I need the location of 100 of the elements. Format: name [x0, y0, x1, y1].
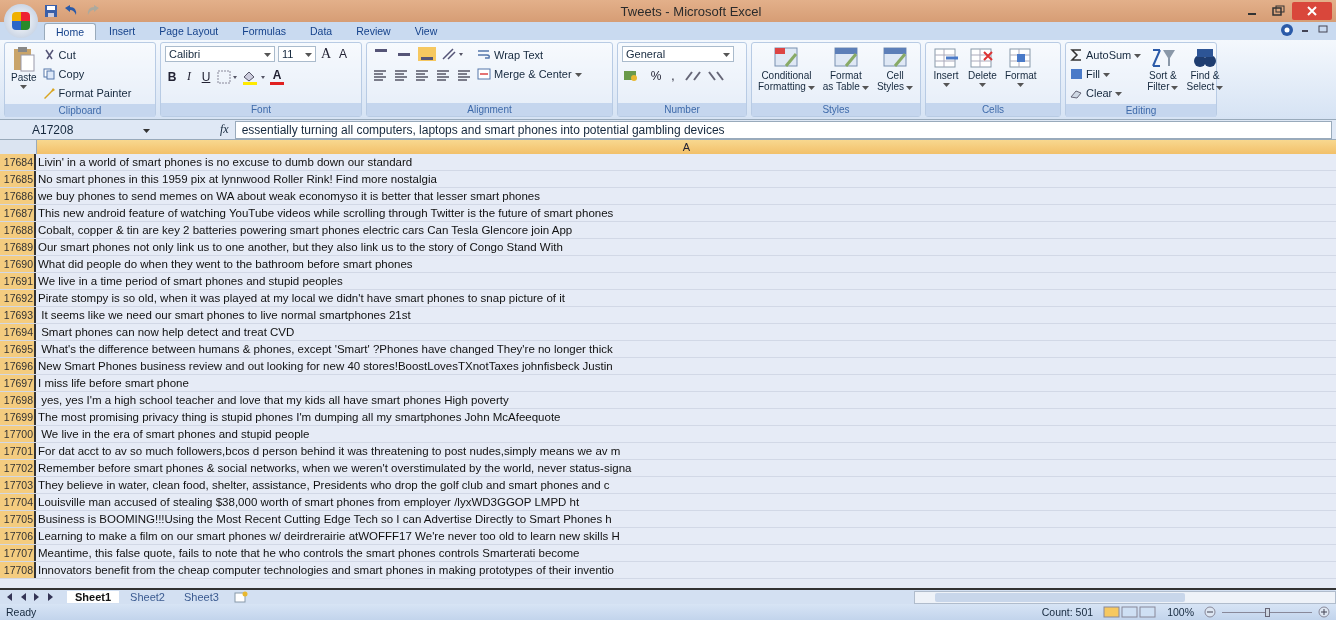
- zoom-slider-thumb[interactable]: [1265, 607, 1270, 617]
- row-header[interactable]: 17696: [0, 358, 36, 374]
- autosum-button[interactable]: AutoSum: [1070, 46, 1142, 63]
- horizontal-scrollbar[interactable]: [914, 590, 1336, 604]
- row-header[interactable]: 17693: [0, 307, 36, 323]
- row-header[interactable]: 17689: [0, 239, 36, 255]
- conditional-formatting-button[interactable]: Conditional Formatting: [756, 46, 817, 92]
- find-select-button[interactable]: Find & Select: [1184, 46, 1226, 92]
- copy-button[interactable]: Copy: [42, 65, 132, 82]
- merge-center-button[interactable]: Merge & Center: [477, 65, 582, 82]
- row-header[interactable]: 17699: [0, 409, 36, 425]
- delete-cells-button[interactable]: Delete: [966, 46, 999, 87]
- font-size-dropdown[interactable]: 11: [278, 46, 316, 62]
- comma-button[interactable]: ,: [666, 69, 680, 83]
- restore-icon[interactable]: [1316, 23, 1330, 35]
- row-header[interactable]: 17705: [0, 511, 36, 527]
- caret-icon: [20, 85, 28, 89]
- caret-icon: [1115, 91, 1123, 96]
- underline-button[interactable]: U: [199, 69, 213, 84]
- row-header[interactable]: 17687: [0, 205, 36, 221]
- sheet-tab[interactable]: Sheet1: [67, 591, 120, 603]
- bold-button[interactable]: B: [165, 69, 179, 84]
- help-icon[interactable]: [1280, 23, 1294, 37]
- row-header[interactable]: 17707: [0, 545, 36, 561]
- shrink-font-button[interactable]: A: [336, 47, 350, 61]
- name-box[interactable]: A17208: [4, 122, 154, 137]
- caret-icon: [942, 83, 950, 87]
- row-header[interactable]: 17692: [0, 290, 36, 306]
- row-header[interactable]: 17690: [0, 256, 36, 272]
- grow-font-button[interactable]: A: [319, 46, 333, 62]
- wrap-text-button[interactable]: Wrap Text: [477, 46, 582, 63]
- caret-icon: [978, 83, 986, 87]
- office-button[interactable]: [4, 4, 38, 38]
- formula-field[interactable]: essentially turning all computers, laptops and smart phones into potential gambling devices: [234, 120, 1332, 139]
- right-align-icon[interactable]: [413, 68, 431, 84]
- table-cell-text: Smart phones can now help detect and treat CVD: [40, 325, 296, 340]
- font-name-dropdown[interactable]: Calibri: [165, 46, 275, 62]
- increase-indent-icon[interactable]: [455, 68, 473, 84]
- cells-icon: [932, 46, 960, 70]
- ribbon-tab[interactable]: Formulas: [231, 23, 297, 40]
- row-header[interactable]: 17684: [0, 154, 36, 170]
- row-header[interactable]: 17700: [0, 426, 36, 442]
- ribbon-tab[interactable]: Data: [299, 23, 344, 40]
- row-header[interactable]: 17685: [0, 171, 36, 187]
- ribbon-tab[interactable]: Home: [44, 23, 96, 40]
- row-header[interactable]: 17688: [0, 222, 36, 238]
- orientation-icon[interactable]: [440, 46, 466, 62]
- table-cell-text: Pirate stompy is so old, when it was played at my local we didn't have smart phones to snap picture of it: [37, 291, 566, 306]
- font-color-button[interactable]: A: [270, 68, 284, 85]
- copy-icon: [42, 67, 56, 80]
- table-cell-text: Our smart phones not only link us to one another, but they also link us to the story of Congo Stand With: [37, 240, 564, 255]
- bottom-align-icon[interactable]: [417, 46, 437, 62]
- sheet-tab[interactable]: Sheet3: [175, 591, 227, 603]
- group-label: Alignment: [367, 103, 612, 116]
- sheet-tab[interactable]: Sheet2: [122, 591, 173, 603]
- ribbon-tab[interactable]: View: [403, 23, 449, 40]
- row-header[interactable]: 17708: [0, 562, 36, 578]
- ribbon-tab[interactable]: Review: [345, 23, 402, 40]
- paintbrush-icon: [42, 86, 56, 99]
- save-icon[interactable]: [44, 4, 58, 18]
- center-align-icon[interactable]: [392, 68, 410, 84]
- cut-button[interactable]: Cut: [42, 46, 132, 63]
- row-header[interactable]: 17704: [0, 494, 36, 510]
- left-align-icon[interactable]: [371, 68, 389, 84]
- table-cell-text: New Smart Phones business review and out looking for new 40 stores!BoostLovesTXnotTaxes johnfisbeck Justin: [37, 359, 614, 374]
- row-header[interactable]: 17695: [0, 341, 36, 357]
- group-label: Styles: [752, 103, 920, 116]
- format-painter-button[interactable]: Format Painter: [42, 84, 132, 101]
- ribbon-tab[interactable]: Page Layout: [148, 23, 230, 40]
- row-header[interactable]: 17701: [0, 443, 36, 459]
- ribbon-tab[interactable]: Insert: [98, 23, 147, 40]
- zoom-out-icon[interactable]: [1204, 606, 1216, 618]
- cell-styles-button[interactable]: Cell Styles: [874, 46, 916, 92]
- row-header[interactable]: 17706: [0, 528, 36, 544]
- row-header[interactable]: 17697: [0, 375, 36, 391]
- table-cell-text: The most promising privacy thing is stupid phones I'm dumping all my smartphones John McAfeequote: [37, 410, 562, 425]
- row-header[interactable]: 17686: [0, 188, 36, 204]
- insert-cells-button[interactable]: Insert: [930, 46, 962, 87]
- clear-button[interactable]: Clear: [1070, 84, 1142, 101]
- row-header[interactable]: 17698: [0, 392, 36, 408]
- percent-button[interactable]: %: [649, 69, 663, 83]
- sort-filter-button[interactable]: Sort & Filter: [1145, 46, 1181, 92]
- close-icon[interactable]: [1292, 2, 1332, 20]
- fill-button[interactable]: Fill: [1070, 65, 1142, 82]
- insert-function-button[interactable]: fx: [160, 122, 229, 137]
- paste-button[interactable]: Paste: [9, 46, 39, 89]
- italic-button[interactable]: I: [182, 69, 196, 84]
- number-format-dropdown[interactable]: General: [622, 46, 734, 62]
- group-label: Clipboard: [5, 104, 155, 117]
- table-cell-text: This new android feature of watching YouTube videos while scrolling through Twitter is the future of smart phones: [37, 206, 615, 221]
- format-as-table-button[interactable]: Format as Table: [820, 46, 871, 92]
- zoom-in-icon[interactable]: [1318, 606, 1330, 618]
- column-header[interactable]: A: [37, 140, 1336, 154]
- row-header[interactable]: 17694: [0, 324, 36, 340]
- format-cells-button[interactable]: Format: [1002, 46, 1039, 87]
- row-header[interactable]: 17702: [0, 460, 36, 476]
- row-header[interactable]: 17691: [0, 273, 36, 289]
- row-header[interactable]: 17703: [0, 477, 36, 493]
- table-cell-text: For dat acct to av so much followers,bcos d person behind it was threatening to post nudes,simply means we av m: [37, 444, 622, 459]
- decrease-indent-icon[interactable]: [434, 68, 452, 84]
